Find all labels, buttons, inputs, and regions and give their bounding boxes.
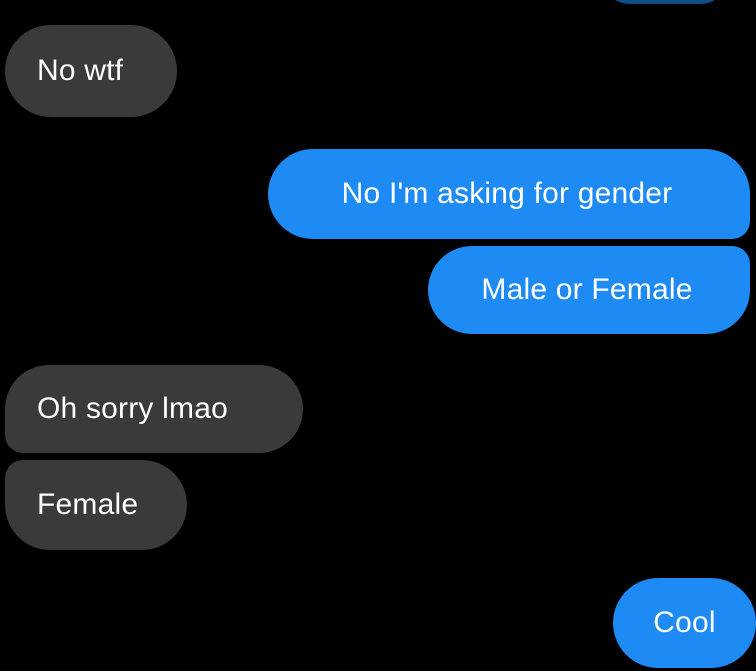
outgoing-message-bubble[interactable]: No I'm asking for gender [268, 149, 750, 239]
message-text: No I'm asking for gender [341, 177, 673, 210]
message-text: Oh sorry lmao [37, 392, 228, 425]
incoming-message-bubble[interactable]: No wtf [5, 25, 177, 117]
incoming-message-bubble[interactable]: Oh sorry lmao [5, 365, 303, 453]
outgoing-message-bubble[interactable]: Cool [613, 578, 756, 668]
message-text: No wtf [37, 54, 124, 87]
message-text: Cool [653, 606, 716, 639]
message-thread[interactable]: No wtf No I'm asking for gender Male or … [0, 0, 756, 671]
partial-outgoing-bubble [600, 0, 730, 4]
incoming-message-bubble[interactable]: Female [5, 460, 187, 550]
message-text: Female [37, 488, 139, 521]
outgoing-message-bubble[interactable]: Male or Female [428, 246, 750, 334]
message-text: Male or Female [481, 273, 693, 306]
